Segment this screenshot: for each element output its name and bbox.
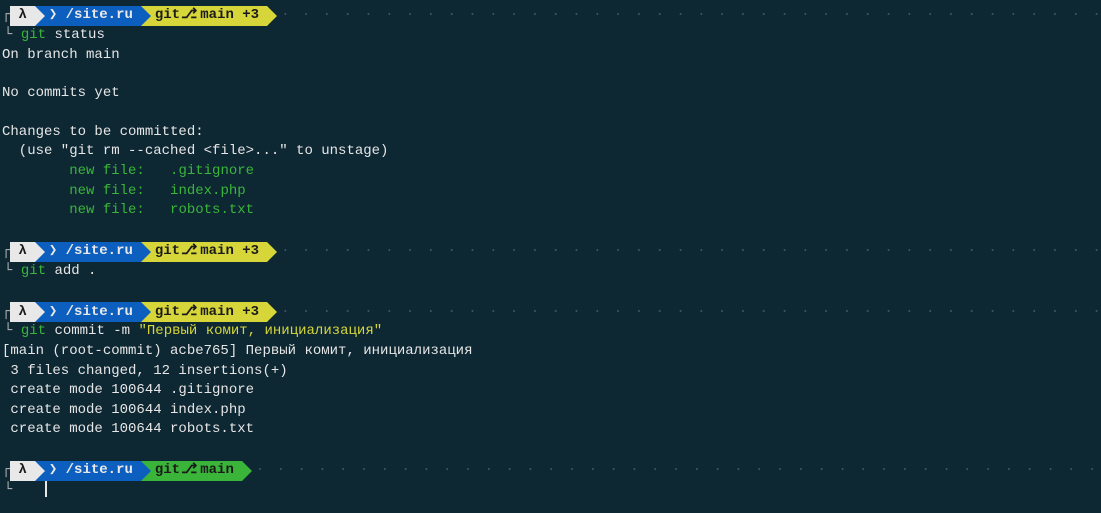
- path-text: /site.ru: [66, 303, 133, 323]
- blank-line: [0, 104, 1101, 123]
- prompt-bracket-bottom: └: [2, 482, 12, 498]
- prompt-dots: · · · · · · · · · · · · · · · · · · · · …: [267, 6, 1101, 26]
- prompt-seg-git: git ⎇ main +3: [141, 6, 267, 26]
- nf: new file:: [69, 202, 170, 218]
- lambda-icon: λ: [18, 6, 26, 26]
- git-label: git: [155, 461, 180, 481]
- lambda-icon: λ: [18, 461, 26, 481]
- prompt-dots: · · · · · · · · · · · · · · · · · · · · …: [267, 242, 1101, 262]
- prompt-seg-lambda: λ: [10, 242, 34, 262]
- output-line: No commits yet: [0, 84, 1101, 104]
- output-line: create mode 100644 .gitignore: [0, 381, 1101, 401]
- prompt-seg-lambda: λ: [10, 302, 34, 322]
- nf: new file:: [69, 163, 170, 179]
- path-text: /site.ru: [66, 242, 133, 262]
- prompt-dots: · · · · · · · · · · · · · · · · · · · · …: [267, 303, 1101, 323]
- prompt-seg-git: git ⎇ main +3: [141, 302, 267, 322]
- output-line: [main (root-commit) acbe765] Первый коми…: [0, 342, 1101, 362]
- prompt-seg-path: ❯ /site.ru: [35, 242, 141, 262]
- caret-icon: ❯: [49, 303, 57, 323]
- output-line: 3 files changed, 12 insertions(+): [0, 362, 1101, 382]
- output-line: (use "git rm --cached <file>..." to unst…: [0, 142, 1101, 162]
- blank-line: [0, 440, 1101, 459]
- new-file-label: new file: index.php: [2, 183, 246, 199]
- git-branch: main: [200, 242, 234, 262]
- git-label: git: [155, 303, 180, 323]
- blank-line: [0, 281, 1101, 300]
- prompt-seg-git: git ⎇ main +3: [141, 242, 267, 262]
- caret-icon: ❯: [49, 242, 57, 262]
- branch-icon: ⎇: [181, 6, 197, 26]
- branch-icon: ⎇: [181, 242, 197, 262]
- cmd-git: git: [21, 323, 46, 339]
- prompt-bracket-bottom: └: [2, 323, 12, 339]
- git-dirty: +3: [242, 303, 259, 323]
- filename: index.php: [170, 183, 246, 199]
- git-label: git: [155, 6, 180, 26]
- command-line[interactable]: └ git add .: [0, 262, 1101, 282]
- prompt-seg-lambda: λ: [10, 6, 34, 26]
- cmd-git: git: [21, 263, 46, 279]
- branch-icon: ⎇: [181, 461, 197, 481]
- prompt-bracket-top: ┌: [0, 6, 10, 26]
- git-dirty: +3: [242, 6, 259, 26]
- git-branch: main: [200, 303, 234, 323]
- cmd-flag: -m: [113, 323, 130, 339]
- caret-icon: ❯: [49, 6, 57, 26]
- output-line: create mode 100644 robots.txt: [0, 420, 1101, 440]
- path-text: /site.ru: [66, 461, 133, 481]
- output-line: create mode 100644 index.php: [0, 401, 1101, 421]
- prompt-seg-path: ❯ /site.ru: [35, 461, 141, 481]
- prompt-seg-lambda: λ: [10, 461, 34, 481]
- new-file-label: new file: .gitignore: [2, 163, 254, 179]
- git-branch: main: [200, 6, 234, 26]
- cmd-git: git: [21, 27, 46, 43]
- branch-icon: ⎇: [181, 303, 197, 323]
- command-line-active[interactable]: └: [0, 481, 1101, 501]
- cmd-string: "Первый комит, инициализация": [138, 323, 382, 339]
- command-line[interactable]: └ git status: [0, 26, 1101, 46]
- cmd-sub-text: status: [54, 27, 104, 43]
- lambda-icon: λ: [18, 303, 26, 323]
- git-branch: main: [200, 461, 234, 481]
- prompt-line: ┌ λ ❯ /site.ru git ⎇ main +3 · · · · · ·…: [0, 302, 1101, 322]
- path-text: /site.ru: [66, 6, 133, 26]
- prompt-seg-path: ❯ /site.ru: [35, 6, 141, 26]
- command-line[interactable]: └ git commit -m "Первый комит, инициализ…: [0, 322, 1101, 342]
- cursor-icon: [45, 481, 47, 497]
- cmd-sub-text: commit: [54, 323, 104, 339]
- prompt-bracket-bottom: └: [2, 27, 12, 43]
- output-line: Changes to be committed:: [0, 123, 1101, 143]
- blank-line: [0, 221, 1101, 240]
- caret-icon: ❯: [49, 461, 57, 481]
- git-label: git: [155, 242, 180, 262]
- prompt-seg-path: ❯ /site.ru: [35, 302, 141, 322]
- filename: .gitignore: [170, 163, 254, 179]
- prompt-line: ┌ λ ❯ /site.ru git ⎇ main +3 · · · · · ·…: [0, 6, 1101, 26]
- prompt-bracket-top: ┌: [0, 303, 10, 323]
- output-line: new file: .gitignore: [0, 162, 1101, 182]
- output-line: On branch main: [0, 46, 1101, 66]
- prompt-seg-git-clean: git ⎇ main: [141, 461, 242, 481]
- output-line: new file: index.php: [0, 182, 1101, 202]
- new-file-label: new file: robots.txt: [2, 202, 254, 218]
- git-dirty: +3: [242, 242, 259, 262]
- blank-line: [0, 65, 1101, 84]
- nf: new file:: [69, 183, 170, 199]
- prompt-line: ┌ λ ❯ /site.ru git ⎇ main +3 · · · · · ·…: [0, 242, 1101, 262]
- output-line: new file: robots.txt: [0, 201, 1101, 221]
- cmd-sub-text: add .: [54, 263, 96, 279]
- prompt-bracket-top: ┌: [0, 461, 10, 481]
- lambda-icon: λ: [18, 242, 26, 262]
- prompt-bracket-top: ┌: [0, 242, 10, 262]
- prompt-line: ┌ λ ❯ /site.ru git ⎇ main · · · · · · · …: [0, 461, 1101, 481]
- prompt-bracket-bottom: └: [2, 263, 12, 279]
- filename: robots.txt: [170, 202, 254, 218]
- prompt-dots: · · · · · · · · · · · · · · · · · · · · …: [242, 461, 1101, 481]
